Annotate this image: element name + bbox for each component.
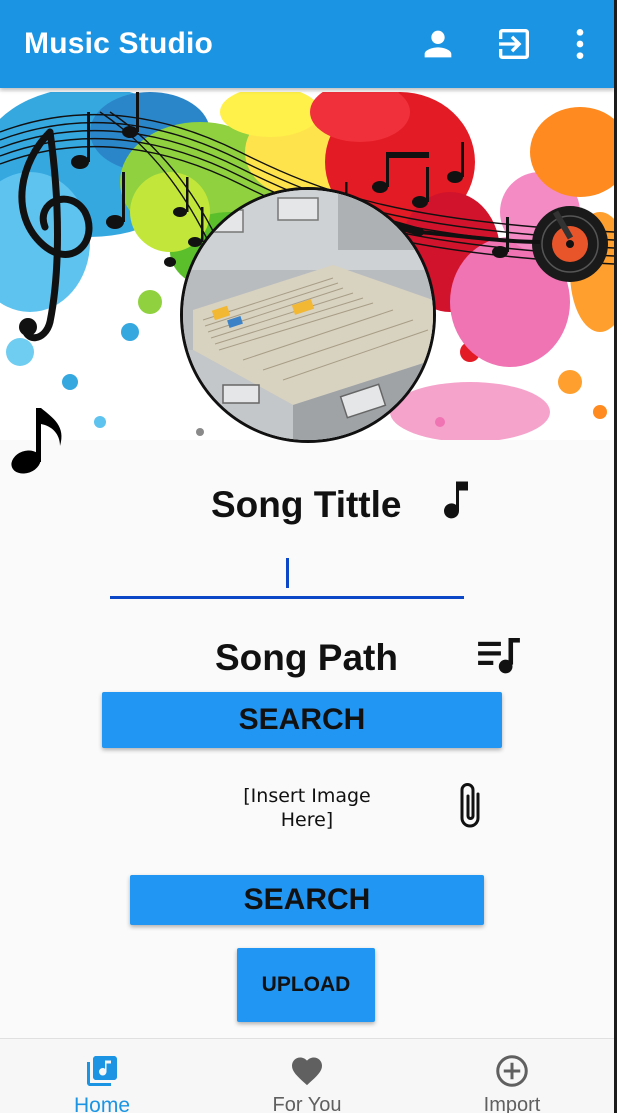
vinyl-record-icon	[532, 206, 608, 282]
app-title: Music Studio	[24, 27, 214, 60]
nav-for-you[interactable]: For You	[205, 1039, 409, 1113]
nav-import[interactable]: Import	[410, 1039, 614, 1113]
add-circle-icon	[494, 1053, 530, 1089]
login-icon[interactable]	[494, 24, 534, 64]
library-music-icon	[84, 1053, 120, 1089]
screen-edge	[614, 0, 617, 1113]
account-icon[interactable]	[418, 24, 458, 64]
app-screen: Music Studio Song Tittle Song Path SEARC…	[0, 0, 614, 1113]
app-bar: Music Studio	[0, 0, 614, 88]
attachment-icon[interactable]	[456, 780, 486, 832]
more-vert-icon[interactable]	[560, 24, 600, 64]
upload-button[interactable]: UPLOAD	[237, 948, 375, 1022]
music-note-icon	[438, 478, 474, 524]
nav-import-label: Import	[483, 1094, 541, 1113]
search-image-button[interactable]: SEARCH	[130, 875, 484, 925]
nav-home[interactable]: Home	[0, 1039, 204, 1113]
image-placeholder: [Insert Image Here]	[243, 785, 371, 831]
bottom-navigation: Home For You Import	[0, 1038, 614, 1113]
text-cursor	[286, 558, 289, 588]
song-path-label: Song Path	[215, 637, 398, 678]
queue-music-icon	[476, 638, 522, 676]
song-cover-image[interactable]	[180, 187, 436, 443]
search-path-button[interactable]: SEARCH	[102, 692, 502, 748]
music-note-icon	[8, 404, 68, 476]
nav-home-label: Home	[73, 1094, 131, 1113]
nav-for-you-label: For You	[272, 1094, 342, 1113]
song-title-label: Song Tittle	[211, 484, 402, 525]
heart-icon	[289, 1053, 325, 1089]
